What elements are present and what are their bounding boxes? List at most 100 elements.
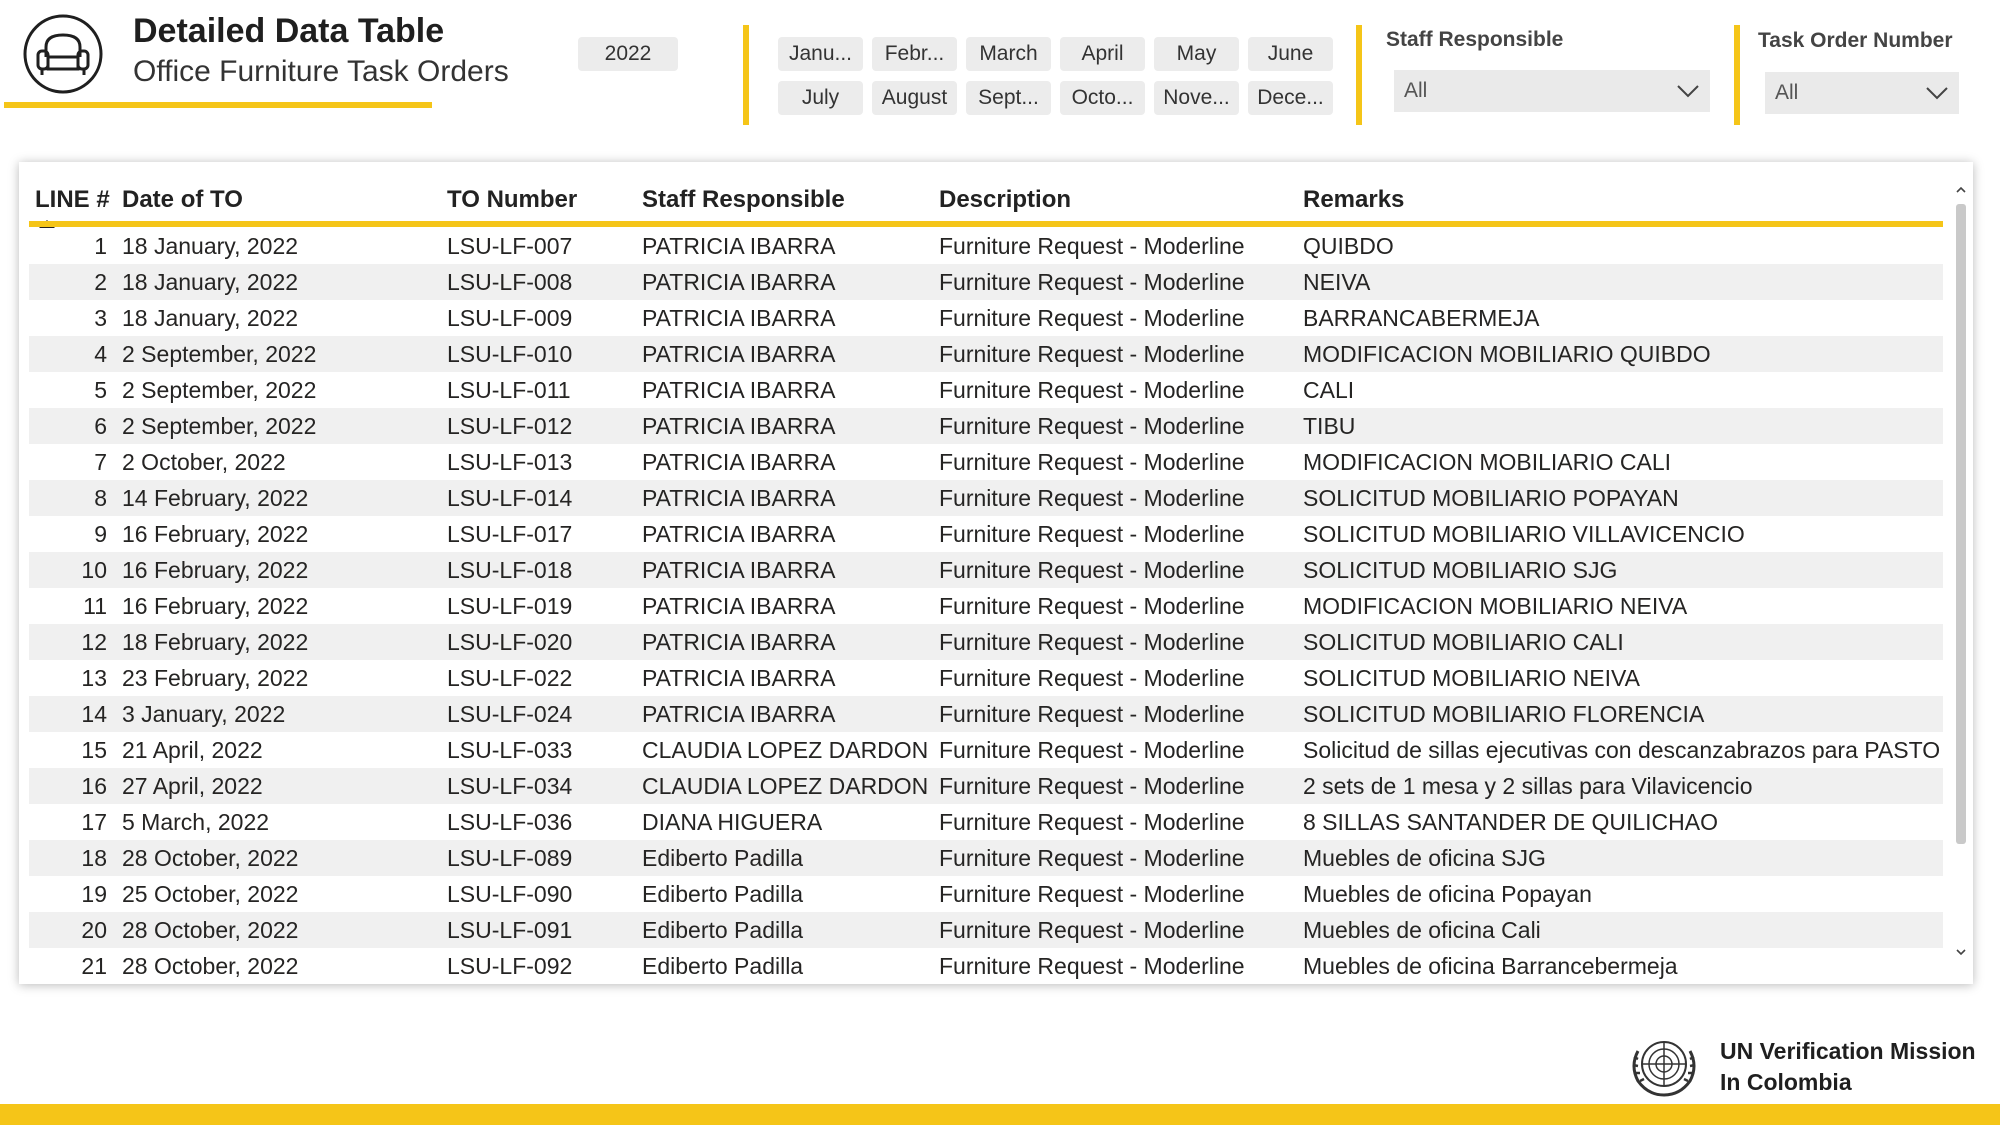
table-row[interactable]: 4 2 September, 2022 LSU-LF-010 PATRICIA IBA… <box>29 336 1943 372</box>
month-chip-december[interactable]: Dece... <box>1248 81 1333 115</box>
table-row[interactable]: 16 27 April, 2022 LSU-LF-034 CLAUDIA LOPEZ … <box>29 768 1943 804</box>
table-row[interactable]: 15 21 April, 2022 LSU-LF-033 CLAUDIA LOPEZ … <box>29 732 1943 768</box>
table-row[interactable]: 21 28 October, 2022 LSU-LF-092 Ediberto Pad… <box>29 948 1943 984</box>
column-header-remarks[interactable]: Remarks <box>1303 186 1404 214</box>
table-row[interactable]: 5 2 September, 2022 LSU-LF-011 PATRICIA IBA… <box>29 372 1943 408</box>
month-chip-november[interactable]: Nove... <box>1154 81 1239 115</box>
task-order-filter-value: All <box>1775 81 1799 104</box>
title-underline <box>4 102 432 108</box>
year-chip-2022[interactable]: 2022 <box>578 37 678 71</box>
to-number-cell: LSU-LF-018 <box>447 557 573 583</box>
line-number-cell: 3 <box>94 305 107 331</box>
table-row[interactable]: 17 5 March, 2022 LSU-LF-036 DIANA HIGUERA Fu… <box>29 804 1943 840</box>
scroll-up-icon[interactable] <box>1955 184 1967 196</box>
to-number-cell: LSU-LF-090 <box>447 881 573 907</box>
table-body: 1 18 January, 2022 LSU-LF-007 PATRICIA IBAR… <box>29 228 1943 984</box>
table-row[interactable]: 8 14 February, 2022 LSU-LF-014 PATRICIA IBA… <box>29 480 1943 516</box>
date-cell: 25 October, 2022 <box>122 881 299 907</box>
to-number-cell: LSU-LF-007 <box>447 233 573 259</box>
date-cell: 27 April, 2022 <box>122 773 263 799</box>
month-chip-october[interactable]: Octo... <box>1060 81 1145 115</box>
staff-cell: PATRICIA IBARRA <box>642 233 836 259</box>
table-row[interactable]: 2 18 January, 2022 LSU-LF-008 PATRICIA IBAR… <box>29 264 1943 300</box>
month-chip-june[interactable]: June <box>1248 37 1333 71</box>
vertical-scrollbar[interactable] <box>1953 176 1969 966</box>
column-header-date[interactable]: Date of TO <box>122 186 243 214</box>
line-number-cell: 21 <box>81 953 107 979</box>
table-row[interactable]: 1 18 January, 2022 LSU-LF-007 PATRICIA IBAR… <box>29 228 1943 264</box>
date-cell: 14 February, 2022 <box>122 485 309 511</box>
staff-cell: PATRICIA IBARRA <box>642 449 836 475</box>
line-number-cell: 10 <box>81 557 107 583</box>
staff-cell: PATRICIA IBARRA <box>642 593 836 619</box>
remarks-cell: Muebles de oficina SJG <box>1303 845 1546 871</box>
to-number-cell: LSU-LF-022 <box>447 665 573 691</box>
description-cell: Furniture Request - Moderline <box>939 953 1245 979</box>
staff-cell: PATRICIA IBARRA <box>642 629 836 655</box>
description-cell: Furniture Request - Moderline <box>939 737 1245 763</box>
date-cell: 18 February, 2022 <box>122 629 309 655</box>
to-number-cell: LSU-LF-009 <box>447 305 573 331</box>
staff-filter-dropdown[interactable]: All <box>1394 70 1710 112</box>
table-row[interactable]: 3 18 January, 2022 LSU-LF-009 PATRICIA IBAR… <box>29 300 1943 336</box>
line-number-cell: 16 <box>81 773 107 799</box>
remarks-cell: SOLICITUD MOBILIARIO SJG <box>1303 557 1618 583</box>
month-chip-may[interactable]: May <box>1154 37 1239 71</box>
table-row[interactable]: 13 23 February, 2022 LSU-LF-022 PATRICIA IB… <box>29 660 1943 696</box>
column-header-to-number[interactable]: TO Number <box>447 186 577 214</box>
month-chip-july[interactable]: July <box>778 81 863 115</box>
date-cell: 2 September, 2022 <box>122 377 317 403</box>
month-chip-april[interactable]: April <box>1060 37 1145 71</box>
date-cell: 23 February, 2022 <box>122 665 309 691</box>
table-row[interactable]: 10 16 February, 2022 LSU-LF-018 PATRICIA IB… <box>29 552 1943 588</box>
table-row[interactable]: 9 16 February, 2022 LSU-LF-017 PATRICIA IBA… <box>29 516 1943 552</box>
staff-cell: Ediberto Padilla <box>642 917 804 943</box>
staff-cell: PATRICIA IBARRA <box>642 665 836 691</box>
month-chip-august[interactable]: August <box>872 81 957 115</box>
description-cell: Furniture Request - Moderline <box>939 341 1245 367</box>
organization-name: UN Verification Mission In Colombia <box>1720 1036 1976 1098</box>
table-row[interactable]: 12 18 February, 2022 LSU-LF-020 PATRICIA IB… <box>29 624 1943 660</box>
description-cell: Furniture Request - Moderline <box>939 269 1245 295</box>
date-cell: 18 January, 2022 <box>122 269 299 295</box>
line-number-cell: 5 <box>94 377 107 403</box>
staff-cell: Ediberto Padilla <box>642 845 804 871</box>
un-emblem-icon <box>1624 1031 1704 1101</box>
staff-cell: PATRICIA IBARRA <box>642 413 836 439</box>
description-cell: Furniture Request - Moderline <box>939 521 1245 547</box>
month-chip-january[interactable]: Janu... <box>778 37 863 71</box>
staff-cell: CLAUDIA LOPEZ DARDON <box>642 737 929 763</box>
table-row[interactable]: 11 16 February, 2022 LSU-LF-019 PATRICIA IB… <box>29 588 1943 624</box>
table-row[interactable]: 19 25 October, 2022 LSU-LF-090 Ediberto Pad… <box>29 876 1943 912</box>
line-number-cell: 7 <box>94 449 107 475</box>
date-cell: 18 January, 2022 <box>122 233 299 259</box>
table-row[interactable]: 7 2 October, 2022 LSU-LF-013 PATRICIA IBARR… <box>29 444 1943 480</box>
task-order-filter-dropdown[interactable]: All <box>1765 72 1959 114</box>
date-cell: 5 March, 2022 <box>122 809 270 835</box>
month-chip-march[interactable]: March <box>966 37 1051 71</box>
line-number-cell: 15 <box>81 737 107 763</box>
remarks-cell: SOLICITUD MOBILIARIO VILLAVICENCIO <box>1303 521 1745 547</box>
description-cell: Furniture Request - Moderline <box>939 629 1245 655</box>
description-cell: Furniture Request - Moderline <box>939 593 1245 619</box>
remarks-cell: 8 SILLAS SANTANDER DE QUILICHAO <box>1303 809 1718 835</box>
line-number-cell: 12 <box>81 629 107 655</box>
to-number-cell: LSU-LF-091 <box>447 917 573 943</box>
staff-cell: CLAUDIA LOPEZ DARDON <box>642 773 929 799</box>
month-chip-february[interactable]: Febr... <box>872 37 957 71</box>
remarks-cell: SOLICITUD MOBILIARIO CALI <box>1303 629 1624 655</box>
table-row[interactable]: 14 3 January, 2022 LSU-LF-024 PATRICIA IBAR… <box>29 696 1943 732</box>
column-header-line[interactable]: LINE # <box>35 186 110 214</box>
scrollbar-thumb[interactable] <box>1956 204 1966 844</box>
month-chip-september[interactable]: Sept... <box>966 81 1051 115</box>
table-row[interactable]: 6 2 September, 2022 LSU-LF-012 PATRICIA IBA… <box>29 408 1943 444</box>
column-header-description[interactable]: Description <box>939 186 1071 214</box>
column-header-staff[interactable]: Staff Responsible <box>642 186 845 214</box>
staff-filter-title: Staff Responsible <box>1386 28 1564 51</box>
staff-cell: PATRICIA IBARRA <box>642 305 836 331</box>
table-row[interactable]: 18 28 October, 2022 LSU-LF-089 Ediberto Pad… <box>29 840 1943 876</box>
table-row[interactable]: 20 28 October, 2022 LSU-LF-091 Ediberto Pad… <box>29 912 1943 948</box>
scroll-down-icon[interactable] <box>1955 946 1967 958</box>
line-number-cell: 9 <box>94 521 107 547</box>
description-cell: Furniture Request - Moderline <box>939 809 1245 835</box>
